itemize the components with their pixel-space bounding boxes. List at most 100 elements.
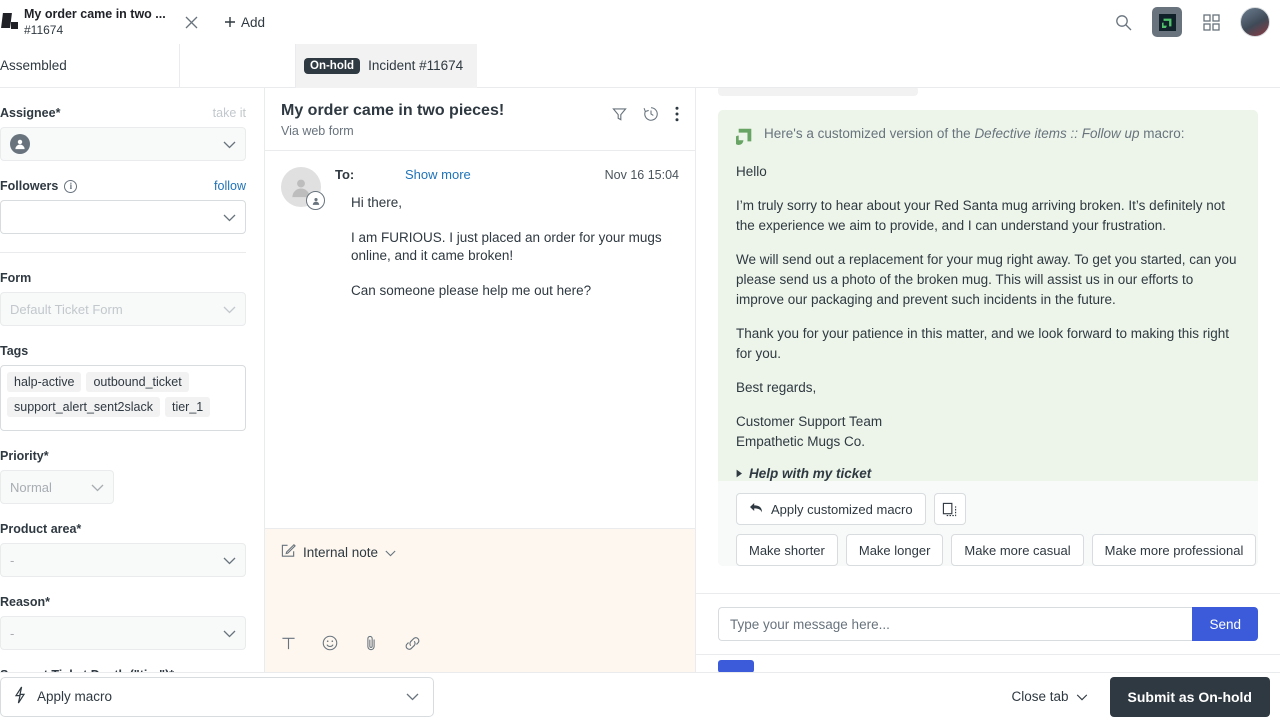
product-area-select[interactable]: - <box>0 543 246 577</box>
user-avatar[interactable] <box>1240 7 1270 37</box>
more-vertical-icon[interactable] <box>675 106 679 127</box>
main-area: Assignee* take it Followers i follow <box>0 88 1280 672</box>
attachment-icon[interactable] <box>364 635 378 656</box>
assignee-field: Assignee* take it <box>0 88 246 161</box>
apps-grid-icon[interactable] <box>1198 9 1224 35</box>
close-tab-label: Close tab <box>1012 689 1069 704</box>
close-tab-dropdown[interactable]: Close tab <box>1012 689 1088 704</box>
form-field: Form Default Ticket Form <box>0 253 246 326</box>
product-area-label: Product area* <box>0 522 81 536</box>
assignee-select[interactable] <box>0 127 246 161</box>
composer-mode-selector[interactable]: Internal note <box>281 543 679 561</box>
reason-label: Reason* <box>0 595 50 609</box>
macro-paragraph: We will send out a replacement for your … <box>736 250 1240 310</box>
link-icon[interactable] <box>404 636 421 656</box>
tag-item[interactable]: tier_1 <box>165 397 210 417</box>
assistant-composer: Send <box>696 593 1280 654</box>
ticket-tab[interactable]: My order came in two ... #11674 <box>0 0 210 44</box>
text-format-icon[interactable] <box>281 636 296 656</box>
browser-tab-bar: My order came in two ... #11674 Add <box>0 0 1280 44</box>
close-icon[interactable] <box>180 11 202 33</box>
reason-select[interactable]: - <box>0 616 246 650</box>
reason-value: - <box>10 626 215 641</box>
make-shorter-button[interactable]: Make shorter <box>736 534 838 566</box>
macro-paragraph: Hello <box>736 162 1240 182</box>
macro-action-bar: Apply customized macro Make shorter Make… <box>718 481 1258 566</box>
assignee-avatar-icon <box>10 134 30 154</box>
make-more-professional-button[interactable]: Make more professional <box>1092 534 1257 566</box>
filter-icon[interactable] <box>612 107 627 127</box>
add-tab-button[interactable]: Add <box>210 0 279 44</box>
make-more-casual-button[interactable]: Make more casual <box>951 534 1083 566</box>
ticket-channel: Via web form <box>281 124 612 138</box>
composer-toolbar <box>281 635 679 658</box>
tags-input[interactable]: halp-active outbound_ticket support_aler… <box>0 365 246 431</box>
show-more-link[interactable]: Show more <box>405 167 471 182</box>
signature-line-1: Customer Support Team <box>736 412 1240 432</box>
macro-brand-icon <box>736 127 754 148</box>
lightning-icon <box>13 686 27 707</box>
add-tab-label: Add <box>241 15 265 30</box>
ticket-status-cell[interactable]: On-hold Incident #11674 <box>296 44 477 88</box>
search-icon[interactable] <box>1110 9 1136 35</box>
macro-header-suffix: macro: <box>1140 126 1185 141</box>
product-area-value: - <box>10 553 215 568</box>
assistant-message-input[interactable] <box>718 607 1192 641</box>
assignee-label: Assignee* <box>0 106 60 120</box>
product-area-field: Product area* - <box>0 504 246 577</box>
subheader-blank-cell <box>180 44 296 88</box>
macro-paragraph: I’m truly sorry to hear about your Red S… <box>736 196 1240 236</box>
apply-macro-label: Apply customized macro <box>771 502 913 517</box>
requester-badge-icon <box>306 191 325 210</box>
history-icon[interactable] <box>643 106 659 127</box>
reply-composer[interactable]: Internal note <box>265 528 695 672</box>
assistant-icon[interactable] <box>1152 7 1182 37</box>
triangle-right-icon <box>736 466 743 481</box>
macro-card-header: Here's a customized version of the Defec… <box>736 126 1240 148</box>
message-paragraph: Hi there, <box>351 194 679 212</box>
previous-message-placeholder <box>718 88 918 96</box>
tag-item[interactable]: support_alert_sent2slack <box>7 397 160 417</box>
tone-action-row: Make shorter Make longer Make more casua… <box>736 534 1240 566</box>
priority-select[interactable]: Normal <box>0 470 114 504</box>
take-it-link[interactable]: take it <box>213 106 246 120</box>
primary-action-row: Apply customized macro <box>736 493 1240 525</box>
incident-label: Incident #11674 <box>368 58 463 73</box>
ticket-properties-sidebar: Assignee* take it Followers i follow <box>0 88 265 672</box>
apply-customized-macro-button[interactable]: Apply customized macro <box>736 493 926 525</box>
chevron-down-icon <box>1076 689 1088 704</box>
priority-value: Normal <box>10 480 83 495</box>
ticket-subheader: Assembled On-hold Incident #11674 <box>0 44 1280 88</box>
reason-field: Reason* - <box>0 577 246 650</box>
reply-arrow-icon <box>749 502 763 517</box>
tag-item[interactable]: halp-active <box>7 372 81 392</box>
tab-title: My order came in two ... <box>24 6 180 22</box>
form-select[interactable]: Default Ticket Form <box>0 292 246 326</box>
make-longer-button[interactable]: Make longer <box>846 534 944 566</box>
emoji-icon[interactable] <box>322 635 338 656</box>
send-button[interactable]: Send <box>1192 607 1258 641</box>
message-meta: To: Show more Nov 16 15:04 <box>335 167 679 182</box>
reason-header: Reason* <box>0 595 246 609</box>
product-area-header: Product area* <box>0 522 246 536</box>
follow-link[interactable]: follow <box>214 179 246 193</box>
assistant-scroll[interactable]: Here's a customized version of the Defec… <box>696 88 1280 593</box>
submit-button[interactable]: Submit as On-hold <box>1110 677 1270 717</box>
support-depth-field: Support Ticket Depth ("tier")* <box>0 650 246 672</box>
apply-macro-dropdown[interactable]: Apply macro <box>0 677 434 717</box>
assistant-footer-strip <box>696 654 1280 672</box>
chevron-down-icon <box>223 553 236 568</box>
page-title: My order came in two pieces! <box>281 102 612 120</box>
tag-item[interactable]: outbound_ticket <box>86 372 188 392</box>
followers-select[interactable] <box>0 200 246 234</box>
topbar-actions <box>1110 0 1280 44</box>
tags-header: Tags <box>0 344 246 358</box>
form-value: Default Ticket Form <box>10 302 215 317</box>
signature-line-2: Empathetic Mugs Co. <box>736 432 1240 452</box>
chevron-down-icon <box>223 137 236 152</box>
info-icon[interactable]: i <box>64 180 77 193</box>
help-disclosure-toggle[interactable]: Help with my ticket <box>736 466 1240 481</box>
chevron-down-icon[interactable] <box>385 545 396 560</box>
apply-macro-label: Apply macro <box>37 689 396 704</box>
copy-icon[interactable] <box>934 493 966 525</box>
